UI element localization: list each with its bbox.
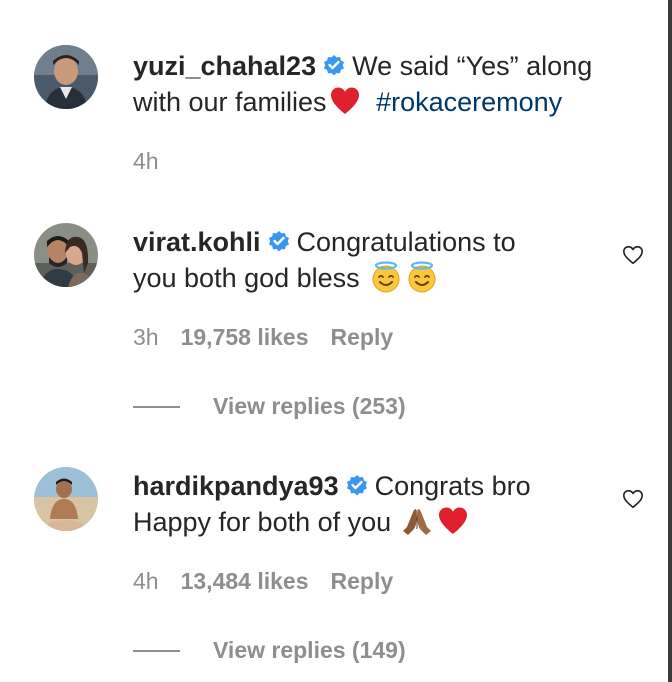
like-heart-icon[interactable]	[622, 244, 644, 266]
reply-button[interactable]: Reply	[331, 568, 394, 594]
comment-text: you both god bless	[133, 263, 360, 293]
username-link[interactable]: virat.kohli	[133, 227, 261, 257]
comment-text: Congrats bro	[374, 471, 531, 501]
hashtag-link[interactable]: #rokaceremony	[376, 87, 562, 117]
replies-divider	[133, 650, 180, 652]
halo-face-emoji-icon	[370, 261, 402, 293]
like-heart-icon[interactable]	[622, 488, 644, 510]
window-edge	[668, 0, 672, 682]
verified-badge-icon	[267, 226, 291, 252]
red-heart-emoji-icon	[437, 505, 469, 537]
comment-timestamp[interactable]: 3h	[133, 324, 159, 350]
username-link[interactable]: hardikpandya93	[133, 471, 339, 501]
avatar-yuzi-chahal23[interactable]	[34, 45, 98, 109]
view-replies-button[interactable]: View replies (149)	[213, 635, 406, 665]
verified-badge-icon	[322, 50, 346, 76]
avatar-hardikpandya93[interactable]	[34, 467, 98, 531]
replies-divider	[133, 406, 180, 408]
halo-face-emoji-icon	[406, 261, 438, 293]
username-link[interactable]: yuzi_chahal23	[133, 51, 316, 81]
comment-text: Happy for both of you	[133, 507, 392, 537]
comment-timestamp[interactable]: 4h	[133, 148, 159, 174]
comment-text: Congratulations to	[296, 227, 516, 257]
avatar-virat-kohli[interactable]	[34, 223, 98, 287]
comment-text: with our families	[133, 87, 327, 117]
verified-badge-icon	[345, 470, 369, 496]
likes-count[interactable]: 19,758 likes	[181, 324, 309, 350]
red-heart-emoji-icon	[329, 85, 361, 117]
comment-timestamp[interactable]: 4h	[133, 568, 159, 594]
comment-text: We said “Yes” along	[352, 51, 593, 81]
view-replies-button[interactable]: View replies (253)	[213, 391, 406, 421]
reply-button[interactable]: Reply	[331, 324, 394, 350]
folded-hands-emoji-icon	[401, 505, 433, 537]
likes-count[interactable]: 13,484 likes	[181, 568, 309, 594]
